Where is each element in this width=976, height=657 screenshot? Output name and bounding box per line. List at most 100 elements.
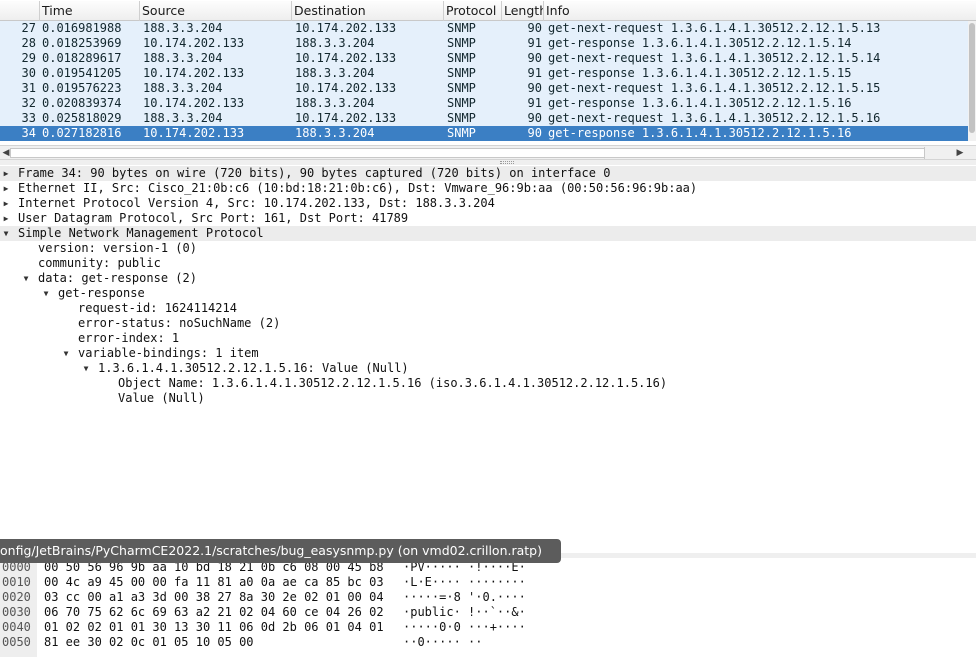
detail-tree-label: error-index: 1 (78, 331, 180, 345)
detail-tree-label: error-status: noSuchName (2) (78, 316, 281, 330)
detail-tree-row[interactable]: ▶ Frame 34: 90 bytes on wire (720 bits), … (0, 166, 976, 181)
packet-protocol: SNMP (447, 96, 476, 110)
splitter-grip-icon (500, 161, 514, 164)
column-header-source[interactable]: Source (140, 1, 292, 21)
packet-row[interactable]: 29 0.018289617 188.3.3.204 10.174.202.133 SN… (0, 51, 968, 66)
scroll-right-arrow-icon[interactable]: ▶ (954, 146, 966, 160)
hex-offset: 0040 (2, 620, 31, 634)
packet-time: 0.019541205 (42, 66, 122, 80)
hex-ascii: ··0····· ·· (403, 635, 483, 649)
packet-length: 91 (527, 36, 542, 50)
detail-tree-label: Internet Protocol Version 4, Src: 10.174… (18, 196, 495, 210)
packet-length: 91 (527, 96, 542, 110)
packet-number: 28 (21, 36, 36, 50)
detail-tree-label: version: version-1 (0) (38, 241, 197, 255)
detail-tree-row[interactable]: ▼ Simple Network Management Protocol (0, 226, 976, 241)
packet-info: get-next-request 1.3.6.1.4.1.30512.2.12.… (548, 111, 881, 125)
detail-tree-row[interactable]: ▶ Internet Protocol Version 4, Src: 10.17… (0, 196, 976, 211)
triangle-down-icon[interactable]: ▼ (81, 361, 91, 376)
packet-length: 91 (527, 66, 542, 80)
column-header-time[interactable]: Time (40, 1, 140, 21)
triangle-down-icon[interactable]: ▼ (1, 226, 11, 241)
hex-dump-row[interactable]: 0040 01 02 02 01 01 30 13 30 11 06 0d 2b … (0, 620, 976, 635)
packet-length: 90 (527, 81, 542, 95)
packet-list-header: Time Source Destination Protocol Length … (0, 1, 976, 21)
scrollbar-separator (924, 147, 925, 159)
detail-tree-label: Object Name: 1.3.6.1.4.1.30512.2.12.1.5.… (118, 376, 668, 390)
detail-tree-row[interactable]: ▶ Ethernet II, Src: Cisco_21:0b:c6 (10:bd… (0, 181, 976, 196)
column-header-no[interactable] (0, 1, 40, 21)
packet-list-vertical-scrollbar[interactable] (968, 21, 976, 141)
packet-row[interactable]: 32 0.020839374 10.174.202.133 188.3.3.204 SN… (0, 96, 968, 111)
packet-row[interactable]: 33 0.025818029 188.3.3.204 10.174.202.133 SN… (0, 111, 968, 126)
packet-destination: 10.174.202.133 (295, 51, 397, 65)
hex-dump-row[interactable]: 0050 81 ee 30 02 0c 01 05 10 05 00 ··0····… (0, 635, 976, 650)
packet-time: 0.027182816 (42, 126, 122, 140)
packet-list-pane[interactable]: Time Source Destination Protocol Length … (0, 0, 976, 160)
packet-row[interactable]: 30 0.019541205 10.174.202.133 188.3.3.204 SN… (0, 66, 968, 81)
detail-tree-row[interactable]: ▼ 1.3.6.1.4.1.30512.2.12.1.5.16: Value (N… (0, 361, 976, 376)
packet-row-selected[interactable]: 34 0.027182816 10.174.202.133 188.3.3.204 SN… (0, 126, 968, 141)
hex-dump-row[interactable]: 0030 06 70 75 62 6c 69 63 a2 21 02 04 60 … (0, 605, 976, 620)
packet-info: get-next-request 1.3.6.1.4.1.30512.2.12.… (548, 51, 881, 65)
detail-tree-label: request-id: 1624114214 (78, 301, 237, 315)
triangle-down-icon[interactable]: ▼ (41, 286, 51, 301)
detail-tree-row[interactable]: ▼ data: get-response (2) (0, 271, 976, 286)
packet-protocol: SNMP (447, 81, 476, 95)
packet-source: 188.3.3.204 (143, 51, 223, 65)
triangle-right-icon[interactable]: ▶ (1, 166, 11, 181)
triangle-right-icon[interactable]: ▶ (1, 181, 11, 196)
horizontal-scrollbar-thumb[interactable] (10, 148, 925, 158)
hex-dump-row[interactable]: 0020 03 cc 00 a1 a3 3d 00 38 27 8a 30 2e … (0, 590, 976, 605)
packet-time: 0.019576223 (42, 81, 122, 95)
packet-destination: 188.3.3.204 (295, 126, 375, 140)
detail-tree-row[interactable]: error-index: 1 (0, 331, 976, 346)
packet-time: 0.018289617 (42, 51, 122, 65)
packet-time: 0.025818029 (42, 111, 122, 125)
packet-source: 188.3.3.204 (143, 111, 223, 125)
hex-dump-row[interactable]: 0010 00 4c a9 45 00 00 fa 11 81 a0 0a ae … (0, 575, 976, 590)
packet-protocol: SNMP (447, 66, 476, 80)
triangle-right-icon[interactable]: ▶ (1, 196, 11, 211)
packet-protocol: SNMP (447, 51, 476, 65)
detail-tree-row[interactable]: request-id: 1624114214 (0, 301, 976, 316)
detail-tree-row[interactable]: ▶ User Datagram Protocol, Src Port: 161, … (0, 211, 976, 226)
packet-bytes-pane[interactable]: 0000 00 50 56 96 9b aa 10 bd 18 21 0b c6 … (0, 559, 976, 657)
packet-row[interactable]: 28 0.018253969 10.174.202.133 188.3.3.204 SN… (0, 36, 968, 51)
detail-tree-label: Value (Null) (118, 391, 205, 405)
column-header-info[interactable]: Info (544, 1, 976, 21)
packet-number: 30 (21, 66, 36, 80)
triangle-down-icon[interactable]: ▼ (21, 271, 31, 286)
packet-source: 188.3.3.204 (143, 21, 223, 35)
detail-tree-row[interactable]: ▼ get-response (0, 286, 976, 301)
packet-destination: 188.3.3.204 (295, 66, 375, 80)
packet-row[interactable]: 27 0.016981988 188.3.3.204 10.174.202.133 SN… (0, 21, 968, 36)
triangle-right-icon[interactable]: ▶ (1, 211, 11, 226)
packet-time: 0.018253969 (42, 36, 122, 50)
detail-tree-row[interactable]: community: public (0, 256, 976, 271)
packet-details-pane[interactable]: ▶ Frame 34: 90 bytes on wire (720 bits), … (0, 165, 976, 553)
packet-info: get-response 1.3.6.1.4.1.30512.2.12.1.5.… (548, 66, 852, 80)
detail-tree-row[interactable]: error-status: noSuchName (2) (0, 316, 976, 331)
packet-info: get-next-request 1.3.6.1.4.1.30512.2.12.… (548, 81, 881, 95)
detail-tree-row[interactable]: version: version-1 (0) (0, 241, 976, 256)
packet-info: get-response 1.3.6.1.4.1.30512.2.12.1.5.… (548, 96, 852, 110)
window-title-tooltip: onfig/JetBrains/PyCharmCE2022.1/scratche… (0, 539, 561, 563)
detail-tree-label: data: get-response (2) (38, 271, 197, 285)
packet-list-horizontal-scrollbar[interactable]: ◀ ▶ (0, 145, 976, 160)
packet-number: 33 (21, 111, 36, 125)
tooltip-text: onfig/JetBrains/PyCharmCE2022.1/scratche… (0, 543, 542, 558)
packet-destination: 10.174.202.133 (295, 21, 397, 35)
detail-tree-row[interactable]: Object Name: 1.3.6.1.4.1.30512.2.12.1.5.… (0, 376, 976, 391)
packet-source: 10.174.202.133 (143, 96, 245, 110)
detail-tree-row[interactable]: Value (Null) (0, 391, 976, 406)
column-header-protocol[interactable]: Protocol (444, 1, 502, 21)
packet-number: 31 (21, 81, 36, 95)
vertical-scrollbar-thumb[interactable] (969, 23, 975, 133)
hex-offset: 0010 (2, 575, 31, 589)
triangle-down-icon[interactable]: ▼ (61, 346, 71, 361)
detail-tree-row[interactable]: ▼ variable-bindings: 1 item (0, 346, 976, 361)
packet-row[interactable]: 31 0.019576223 188.3.3.204 10.174.202.133 SN… (0, 81, 968, 96)
column-header-length[interactable]: Length (502, 1, 544, 21)
column-header-destination[interactable]: Destination (292, 1, 444, 21)
